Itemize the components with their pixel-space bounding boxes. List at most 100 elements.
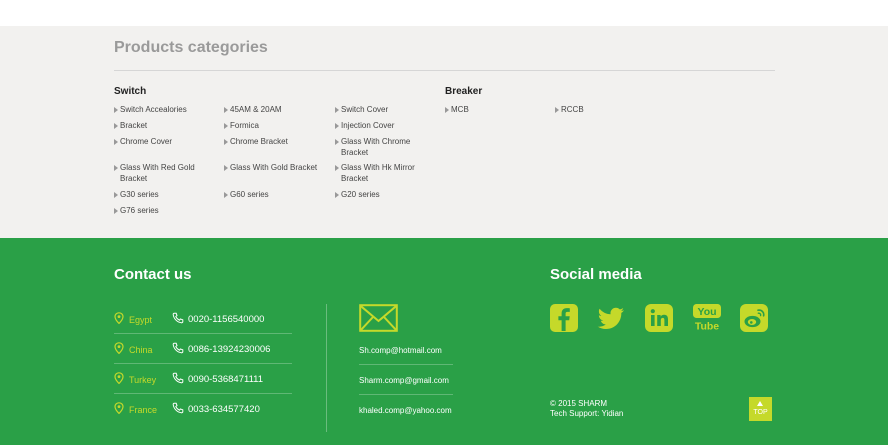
- youtube-icon[interactable]: You Tube: [693, 304, 721, 332]
- arrow-right-icon: [224, 123, 228, 129]
- social-title: Social media: [550, 266, 642, 283]
- arrow-right-icon: [114, 107, 118, 113]
- arrow-right-icon: [114, 139, 118, 145]
- category-link-label: MCB: [451, 105, 469, 114]
- category-link[interactable]: 45AM & 20AM: [224, 105, 330, 116]
- arrow-right-icon: [335, 107, 339, 113]
- contact-country: China: [129, 345, 153, 355]
- email-link[interactable]: Sh.comp@hotmail.com: [359, 346, 442, 355]
- category-link[interactable]: Injection Cover: [335, 121, 441, 132]
- contact-phone[interactable]: 0020-1156540000: [188, 314, 264, 325]
- category-link[interactable]: Switch Cover: [335, 105, 441, 116]
- category-link[interactable]: Glass With Hk Mirror Bracket: [335, 163, 426, 184]
- arrow-right-icon: [114, 208, 118, 214]
- arrow-right-icon: [224, 192, 228, 198]
- category-link-label: Formica: [230, 121, 259, 130]
- location-pin-icon: [114, 312, 124, 324]
- category-link-label: RCCB: [561, 105, 584, 114]
- arrow-right-icon: [114, 165, 118, 171]
- category-link-label: Glass With Gold Bracket: [230, 163, 318, 172]
- contact-phone[interactable]: 0086-13924230006: [188, 344, 270, 355]
- category-switch-heading: Switch: [114, 86, 147, 97]
- category-link-label: 45AM & 20AM: [230, 105, 282, 114]
- arrow-right-icon: [445, 107, 449, 113]
- arrow-right-icon: [114, 123, 118, 129]
- youtube-text-bottom: Tube: [695, 321, 719, 333]
- contact-country: Egypt: [129, 315, 153, 325]
- category-link[interactable]: Glass With Gold Bracket: [224, 163, 330, 174]
- email-link[interactable]: khaled.comp@yahoo.com: [359, 406, 452, 415]
- page-top-spacer: [0, 0, 888, 26]
- category-link-label: G60 series: [230, 190, 269, 199]
- arrow-right-icon: [335, 123, 339, 129]
- copyright-line: © 2015 SHARM: [550, 399, 608, 408]
- contact-row: Egypt 0020-1156540000: [114, 304, 292, 334]
- phone-icon: [172, 312, 184, 324]
- contact-phone[interactable]: 0090-5368471111: [188, 374, 263, 385]
- products-categories-section: Products categories Switch Breaker Switc…: [0, 26, 888, 238]
- email-row: khaled.comp@yahoo.com: [359, 395, 453, 425]
- category-link-label: G20 series: [341, 190, 380, 199]
- back-to-top-button[interactable]: TOP: [749, 397, 772, 421]
- contact-row: Turkey 0090-5368471111: [114, 364, 292, 394]
- category-link-label: Switch Cover: [341, 105, 389, 114]
- category-link-label: Glass With Hk Mirror Bracket: [341, 163, 415, 183]
- category-link-label: Injection Cover: [341, 121, 395, 130]
- category-link[interactable]: G20 series: [335, 190, 441, 201]
- category-link[interactable]: Chrome Bracket: [224, 137, 330, 148]
- category-breaker-heading: Breaker: [445, 86, 483, 97]
- category-link-label: G76 series: [120, 206, 159, 215]
- tech-support-line: Tech Support: Yidian: [550, 409, 624, 418]
- email-row: Sh.comp@hotmail.com: [359, 335, 453, 365]
- contact-phone[interactable]: 0033-634577420: [188, 404, 260, 415]
- arrow-right-icon: [335, 192, 339, 198]
- arrow-right-icon: [335, 165, 339, 171]
- contact-country: France: [129, 405, 158, 415]
- category-link[interactable]: Chrome Cover: [114, 137, 220, 148]
- contact-title: Contact us: [114, 266, 192, 283]
- arrow-right-icon: [114, 192, 118, 198]
- location-pin-icon: [114, 342, 124, 354]
- copyright-text: © 2015 SHARM Tech Support: Yidian: [550, 399, 623, 419]
- arrow-right-icon: [335, 139, 339, 145]
- category-link[interactable]: RCCB: [555, 105, 651, 116]
- contact-row: China 0086-13924230006: [114, 334, 292, 364]
- category-link[interactable]: Glass With Red Gold Bracket: [114, 163, 210, 184]
- email-link[interactable]: Sharm.comp@gmail.com: [359, 376, 449, 385]
- category-link-label: Glass With Chrome Bracket: [341, 137, 411, 157]
- category-link-label: G30 series: [120, 190, 159, 199]
- category-link[interactable]: Switch Accealories: [114, 105, 220, 116]
- category-link[interactable]: G76 series: [114, 206, 220, 217]
- weibo-icon[interactable]: [740, 304, 768, 332]
- location-pin-icon: [114, 372, 124, 384]
- phone-icon: [172, 372, 184, 384]
- category-link[interactable]: Glass With Chrome Bracket: [335, 137, 421, 158]
- divider: [114, 70, 775, 71]
- products-title: Products categories: [114, 39, 268, 56]
- back-to-top-label: TOP: [753, 409, 768, 416]
- linkedin-icon[interactable]: [645, 304, 673, 332]
- contact-country: Turkey: [129, 375, 157, 385]
- category-link-label: Switch Accealories: [120, 105, 187, 114]
- category-link[interactable]: MCB: [445, 105, 541, 116]
- email-row: Sharm.comp@gmail.com: [359, 365, 453, 395]
- category-link[interactable]: G60 series: [224, 190, 330, 201]
- contact-row: France 0033-634577420: [114, 394, 292, 424]
- category-link-label: Bracket: [120, 121, 148, 130]
- twitter-icon[interactable]: [597, 304, 625, 332]
- arrow-right-icon: [224, 107, 228, 113]
- youtube-text-top: You: [697, 306, 716, 318]
- category-link[interactable]: G30 series: [114, 190, 220, 201]
- phone-icon: [172, 402, 184, 414]
- mail-icon: [359, 304, 398, 332]
- location-pin-icon: [114, 402, 124, 414]
- arrow-right-icon: [224, 139, 228, 145]
- divider: [326, 304, 327, 432]
- arrow-right-icon: [555, 107, 559, 113]
- arrow-up-icon: [757, 401, 763, 406]
- facebook-icon[interactable]: [550, 304, 578, 332]
- category-link[interactable]: Formica: [224, 121, 330, 132]
- category-link-label: Chrome Cover: [120, 137, 173, 146]
- category-link[interactable]: Bracket: [114, 121, 220, 132]
- category-link-label: Chrome Bracket: [230, 137, 288, 146]
